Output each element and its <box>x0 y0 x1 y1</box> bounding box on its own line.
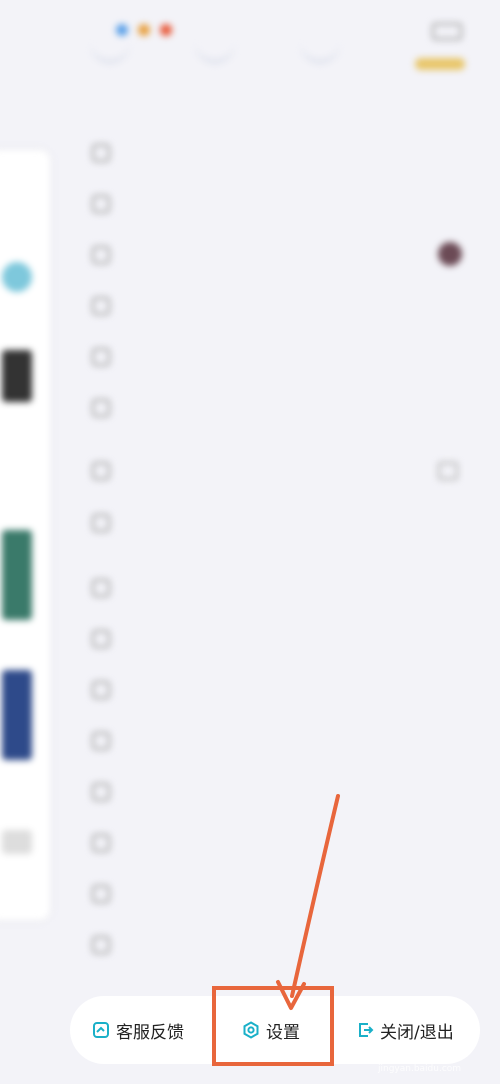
watermark: Baidu 经验 <box>368 1040 469 1061</box>
annotation-arrow <box>276 794 340 1010</box>
watermark-url: jingyan.baidu.com <box>378 1064 462 1074</box>
